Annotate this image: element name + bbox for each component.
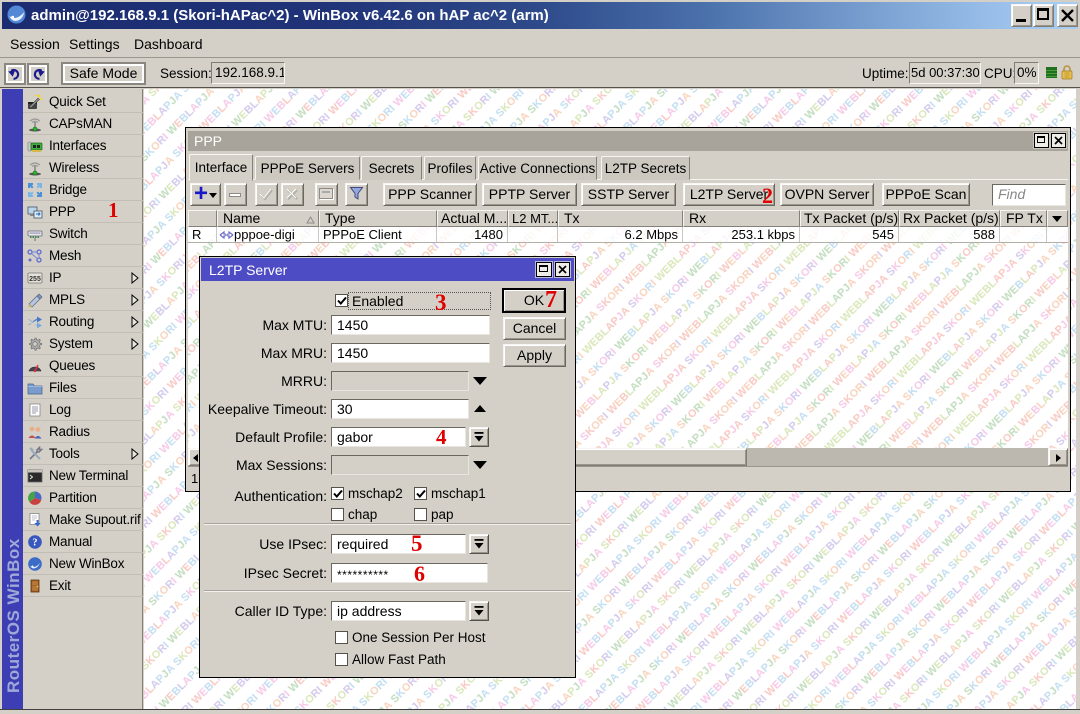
svg-text:?: ? — [33, 538, 38, 549]
svg-text:255: 255 — [29, 276, 41, 283]
